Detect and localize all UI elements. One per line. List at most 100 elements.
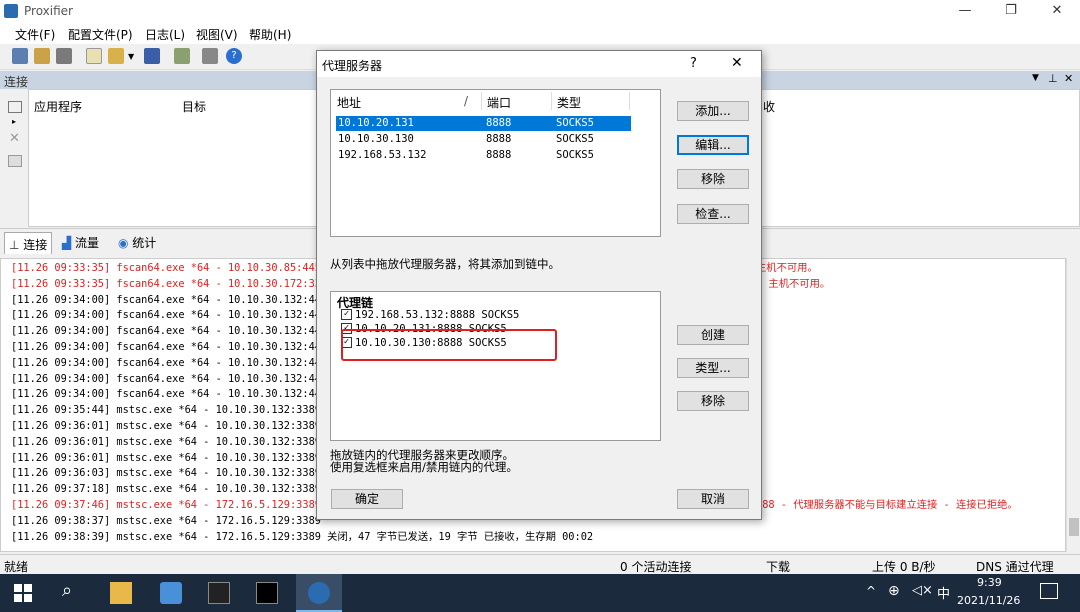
log-line: [11.26 09:35:44] mstsc.exe *64 - 10.10.3… bbox=[11, 404, 321, 417]
column-application[interactable]: 应用程序 bbox=[34, 98, 82, 115]
proxy-row[interactable]: 192.168.53.132 8888 SOCKS5 bbox=[336, 148, 631, 163]
chain-checkbox[interactable]: ✓ bbox=[341, 309, 352, 320]
proxifier-taskbar-button[interactable] bbox=[296, 574, 342, 612]
panel-pin-icon[interactable]: ⊥ bbox=[1048, 72, 1058, 85]
panel-close-icon[interactable]: ✕ bbox=[1064, 72, 1073, 85]
header-divider bbox=[551, 92, 552, 110]
chevron-down-icon[interactable]: ▼ bbox=[128, 52, 134, 61]
tab-connections[interactable]: ⊥ 连接 bbox=[4, 232, 53, 254]
highlight-box bbox=[341, 329, 557, 361]
network-icon[interactable]: ⊕ bbox=[888, 583, 900, 599]
proxy-row[interactable]: 10.10.20.131 8888 SOCKS5 bbox=[336, 116, 631, 131]
dialog-close-button[interactable]: ✕ bbox=[731, 55, 743, 71]
log-line-tail: 主机不可用。 bbox=[756, 262, 818, 274]
proxy-row[interactable]: 10.10.30.130 8888 SOCKS5 bbox=[336, 132, 631, 147]
proxy-address: 192.168.53.132 bbox=[338, 149, 427, 161]
connections-side-toolbar: ▸ ✕ bbox=[0, 89, 28, 227]
status-upload: 上传 0 B/秒 bbox=[872, 560, 936, 574]
status-bar: 就绪 0 个活动连接 下载 上传 0 B/秒 DNS 通过代理 bbox=[0, 554, 1080, 574]
proxy-port: 8888 bbox=[486, 133, 512, 145]
menu-profile[interactable]: 配置文件(P) bbox=[68, 26, 133, 43]
chain-item-label: 192.168.53.132:8888 SOCKS5 bbox=[355, 309, 520, 321]
dialog-help-button[interactable]: ? bbox=[690, 56, 697, 71]
log-line: [11.26 09:38:39] mstsc.exe *64 - 172.16.… bbox=[11, 530, 594, 543]
header-type[interactable]: 类型 bbox=[557, 94, 581, 111]
header-divider bbox=[481, 92, 482, 110]
column-target[interactable]: 目标 bbox=[182, 98, 206, 115]
header-port[interactable]: 端口 bbox=[487, 94, 511, 111]
menu-bar: 文件(F) 配置文件(P) 日志(L) 视图(V) 帮助(H) bbox=[0, 22, 1080, 44]
check-button[interactable]: 检查... bbox=[677, 204, 749, 224]
status-download: 下载 bbox=[766, 560, 791, 574]
save-profile-icon[interactable] bbox=[144, 48, 160, 64]
log-line: [11.26 09:34:00] fscan64.exe *64 - 10.10… bbox=[11, 388, 328, 401]
proxy-chain-list[interactable]: 代理链 ✓ 192.168.53.132:8888 SOCKS5 ✓ 10.10.20… bbox=[330, 291, 661, 441]
proxy-type: SOCKS5 bbox=[556, 117, 594, 129]
tab-statistics-label: 统计 bbox=[132, 236, 157, 250]
clock-time[interactable]: 9:39 bbox=[977, 576, 1002, 589]
drag-hint: 从列表中拖放代理服务器，将其添加到链中。 bbox=[330, 257, 560, 271]
edit-button[interactable]: 编辑... bbox=[677, 135, 749, 155]
proxy-servers-icon[interactable] bbox=[12, 48, 28, 64]
name-resolution-icon[interactable] bbox=[56, 48, 72, 64]
column-received[interactable]: 收 bbox=[763, 98, 775, 115]
remove-chain-button[interactable]: 移除 bbox=[677, 391, 749, 411]
chevron-up-icon[interactable]: ^ bbox=[866, 584, 876, 598]
open-profile-icon[interactable] bbox=[108, 48, 124, 64]
log-line: [11.26 09:36:01] mstsc.exe *64 - 10.10.3… bbox=[11, 435, 321, 448]
add-button[interactable]: 添加... bbox=[677, 101, 749, 121]
log-line-tail: 388 - 代理服务器不能与目标建立连接 - 连接已拒绝。 bbox=[756, 499, 1018, 511]
log-scrollbar[interactable] bbox=[1066, 258, 1080, 552]
help-icon[interactable]: ? bbox=[226, 48, 242, 64]
proxification-rules-icon[interactable] bbox=[34, 48, 50, 64]
proxy-servers-dialog: 代理服务器 ? ✕ 地址 / 端口 类型 10.10.20.131 8888 SOC… bbox=[316, 50, 762, 520]
tab-connections-label: 连接 bbox=[23, 238, 48, 252]
log-line: [11.26 09:34:00] fscan64.exe *64 - 10.10… bbox=[11, 356, 328, 369]
chain-type-button[interactable]: 类型... bbox=[677, 358, 749, 378]
menu-file[interactable]: 文件(F) bbox=[15, 26, 55, 43]
app-title: Proxifier bbox=[24, 4, 73, 18]
clock-date[interactable]: 2021/11/26 bbox=[957, 594, 1020, 607]
scrollbar-thumb[interactable] bbox=[1069, 518, 1079, 536]
log-line: [11.26 09:37:18] mstsc.exe *64 - 10.10.3… bbox=[11, 483, 321, 496]
menu-help[interactable]: 帮助(H) bbox=[249, 26, 291, 43]
tab-traffic[interactable]: ▟ 流量 bbox=[58, 234, 103, 252]
remove-proxy-button[interactable]: 移除 bbox=[677, 169, 749, 189]
print-icon[interactable] bbox=[202, 48, 218, 64]
proxy-address: 10.10.30.130 bbox=[338, 133, 414, 145]
log-line: [11.26 09:33:35] fscan64.exe *64 - 10.10… bbox=[11, 277, 334, 290]
ok-button[interactable]: 确定 bbox=[331, 489, 403, 509]
clipboard-icon[interactable] bbox=[174, 48, 190, 64]
cmd-icon[interactable] bbox=[256, 582, 278, 604]
close-window-button[interactable]: ✕ bbox=[1034, 0, 1080, 22]
window-icon[interactable] bbox=[8, 155, 22, 167]
menu-log[interactable]: 日志(L) bbox=[145, 26, 185, 43]
create-chain-button[interactable]: 创建 bbox=[677, 325, 749, 345]
proxy-port: 8888 bbox=[486, 117, 512, 129]
notification-icon[interactable] bbox=[1040, 583, 1058, 599]
header-divider bbox=[629, 92, 630, 110]
close-connection-icon[interactable]: ✕ bbox=[9, 131, 20, 146]
cancel-button[interactable]: 取消 bbox=[677, 489, 749, 509]
panel-menu-icon[interactable]: ▼ bbox=[1032, 73, 1039, 83]
proxy-list[interactable]: 地址 / 端口 类型 10.10.20.131 8888 SOCKS5 10.10.3… bbox=[330, 89, 661, 237]
status-active-connections: 0 个活动连接 bbox=[620, 560, 692, 574]
volume-icon[interactable]: ◁× bbox=[912, 583, 933, 598]
chain-item[interactable]: ✓ 192.168.53.132:8888 SOCKS5 bbox=[341, 308, 520, 322]
server-manager-icon[interactable] bbox=[160, 582, 182, 604]
new-profile-icon[interactable] bbox=[86, 48, 102, 64]
powershell-icon[interactable] bbox=[208, 582, 230, 604]
search-icon[interactable]: ⌕ bbox=[62, 580, 72, 601]
arrow-right-icon[interactable]: ▸ bbox=[12, 117, 16, 126]
menu-view[interactable]: 视图(V) bbox=[196, 26, 238, 43]
maximize-button[interactable]: ❐ bbox=[988, 0, 1034, 22]
tab-statistics[interactable]: ◉ 统计 bbox=[114, 234, 160, 252]
columns-icon[interactable] bbox=[8, 101, 22, 113]
file-explorer-icon[interactable] bbox=[110, 582, 132, 604]
title-bar: Proxifier — ❐ ✕ bbox=[0, 0, 1080, 22]
header-address[interactable]: 地址 bbox=[337, 94, 361, 111]
ime-indicator[interactable]: 中 bbox=[937, 583, 950, 602]
connections-header-label: 连接 bbox=[4, 75, 29, 89]
windows-start-icon[interactable] bbox=[14, 584, 32, 602]
minimize-button[interactable]: — bbox=[942, 0, 988, 22]
